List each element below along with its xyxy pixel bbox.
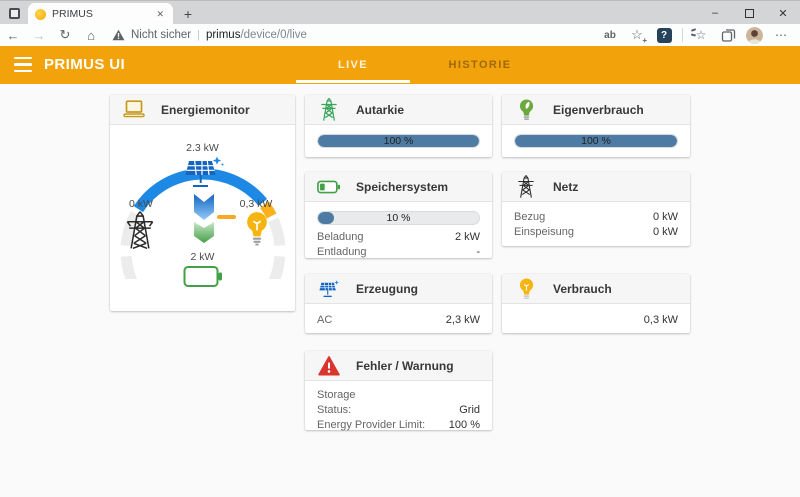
card-autarkie: Autarkie 100 % xyxy=(305,95,492,157)
consumption-flow-line xyxy=(217,215,236,219)
green-bulb-icon xyxy=(514,99,538,121)
read-aloud-icon[interactable]: ab xyxy=(601,26,619,44)
browser-tab-strip: PRIMUS ✕ + – ✕ xyxy=(0,0,800,24)
settings-menu-icon[interactable]: ⋯ xyxy=(772,26,790,44)
browser-toolbar: ← → ↻ ⌂ Nicht sicher | primus/device/0/l… xyxy=(0,24,800,46)
value-row: Storage xyxy=(317,388,480,403)
card-energiemonitor: Energiemonitor 2.3 kW xyxy=(110,95,295,311)
value-row: Entladung- xyxy=(317,245,480,260)
value-row: 0,3 kW xyxy=(514,313,678,328)
back-button[interactable]: ← xyxy=(0,28,26,43)
add-favorite-icon[interactable]: ☆+ xyxy=(628,26,646,44)
card-title: Autarkie xyxy=(356,103,404,117)
window-controls: – ✕ xyxy=(698,1,800,25)
autarkie-progress-bar: 100 % xyxy=(317,134,480,148)
tab-actions-icon xyxy=(9,8,20,19)
value-row: Energy Provider Limit:100 % xyxy=(317,418,480,433)
toolbar-icons: ab ☆+ ? ☆ ⋯ xyxy=(601,26,800,44)
toolbar-separator xyxy=(682,28,683,42)
profile-avatar[interactable] xyxy=(746,27,763,44)
new-tab-button[interactable]: + xyxy=(178,4,198,24)
card-speichersystem: Speichersystem 10 % Beladung2 kW Entladu… xyxy=(305,172,492,258)
solar-panel-icon xyxy=(317,278,341,300)
maximize-icon xyxy=(745,9,754,18)
value-row: Bezug0 kW xyxy=(514,210,678,225)
tab-live[interactable]: LIVE xyxy=(296,46,410,84)
extension-icon[interactable]: ? xyxy=(655,26,673,44)
value-row: Einspeisung0 kW xyxy=(514,225,678,240)
green-tower-icon xyxy=(317,99,341,121)
card-title: Eigenverbrauch xyxy=(553,103,644,117)
card-verbrauch: Verbrauch 0,3 kW xyxy=(502,274,690,333)
site-favicon xyxy=(35,9,46,20)
address-divider: | xyxy=(197,29,200,41)
value-row: Status:Grid xyxy=(317,403,480,418)
maximize-button[interactable] xyxy=(732,1,766,25)
browser-window: PRIMUS ✕ + – ✕ ← → ↻ ⌂ Nicht sicher | pr… xyxy=(0,0,800,497)
card-erzeugung: Erzeugung AC2,3 kW xyxy=(305,274,492,333)
active-tab-underline xyxy=(296,80,410,83)
app-header: PRIMUS UI LIVE HISTORIE xyxy=(0,46,800,84)
card-title: Verbrauch xyxy=(553,282,612,296)
close-button[interactable]: ✕ xyxy=(766,1,800,25)
card-title: Fehler / Warnung xyxy=(356,359,454,373)
not-secure-warning-icon xyxy=(112,29,125,41)
url-host: primus xyxy=(206,29,241,41)
tab-close-icon[interactable]: ✕ xyxy=(154,7,166,22)
tab-title: PRIMUS xyxy=(52,8,148,20)
progress-label: 100 % xyxy=(318,135,479,147)
bulb-icon xyxy=(245,209,269,252)
card-title: Erzeugung xyxy=(356,282,418,296)
address-bar[interactable]: Nicht sicher | primus/device/0/live xyxy=(112,25,601,45)
solar-power-value: 2.3 kW xyxy=(110,142,295,154)
card-title: Netz xyxy=(553,180,578,194)
warning-triangle-icon xyxy=(317,355,341,377)
card-eigenverbrauch: Eigenverbrauch 100 % xyxy=(502,95,690,157)
url-text: primus/device/0/live xyxy=(206,29,307,41)
battery-icon xyxy=(183,265,223,293)
collections-icon[interactable] xyxy=(719,26,737,44)
power-tower-icon xyxy=(123,211,157,254)
app-title: PRIMUS UI xyxy=(44,46,125,84)
favorites-icon[interactable]: ☆ xyxy=(692,26,710,44)
menu-hamburger-icon[interactable] xyxy=(14,57,32,72)
home-button[interactable]: ⌂ xyxy=(78,28,104,43)
yellow-bulb-icon xyxy=(514,278,538,300)
minimize-button[interactable]: – xyxy=(698,1,732,25)
speicher-progress-bar: 10 % xyxy=(317,211,480,225)
battery-flow-arrow-icon xyxy=(194,222,214,244)
progress-label: 10 % xyxy=(318,212,479,224)
value-row: AC2,3 kW xyxy=(317,313,480,328)
dashboard: Energiemonitor 2.3 kW xyxy=(0,84,800,497)
battery-power-value: 2 kW xyxy=(110,251,295,263)
grid-power-value: 0 kW xyxy=(116,198,166,210)
eigenverbrauch-progress-bar: 100 % xyxy=(514,134,678,148)
card-title: Speichersystem xyxy=(356,180,448,194)
card-netz: Netz Bezug0 kW Einspeisung0 kW xyxy=(502,172,690,246)
tab-historie[interactable]: HISTORIE xyxy=(423,46,537,84)
browser-tab[interactable]: PRIMUS ✕ xyxy=(28,3,173,25)
reload-button[interactable]: ↻ xyxy=(52,27,78,43)
value-row: Beladung2 kW xyxy=(317,230,480,245)
forward-button: → xyxy=(26,28,52,43)
progress-label: 100 % xyxy=(515,135,677,147)
security-label: Nicht sicher xyxy=(131,29,191,41)
tab-actions-button[interactable] xyxy=(6,5,23,21)
power-tower-icon xyxy=(514,176,538,198)
energy-flow-ring: 2.3 kW xyxy=(110,125,295,310)
battery-icon xyxy=(317,176,341,198)
url-path: /device/0/live xyxy=(240,29,306,41)
card-fehler-warnung: Fehler / Warnung Storage Status:Grid Ene… xyxy=(305,351,492,430)
solar-flow-arrow-icon xyxy=(194,194,214,221)
solar-panel-icon xyxy=(181,156,225,194)
